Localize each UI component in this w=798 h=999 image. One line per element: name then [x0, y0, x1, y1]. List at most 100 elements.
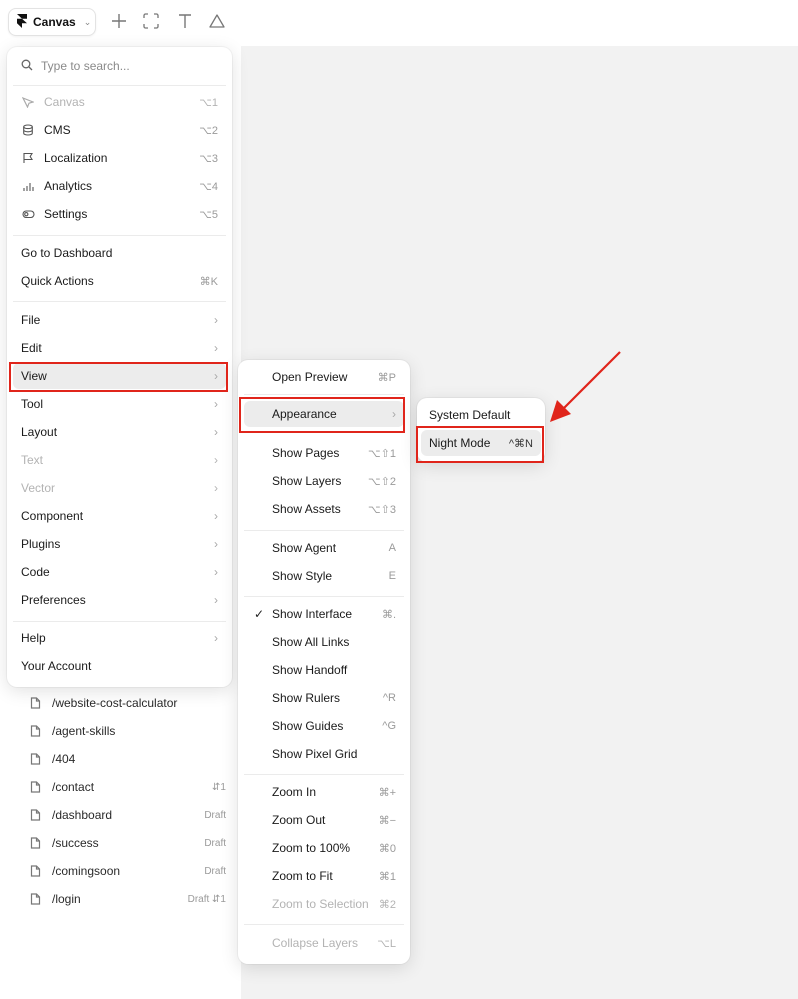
insert-plus-icon[interactable] — [110, 12, 128, 30]
menu-search[interactable] — [13, 53, 226, 79]
menu-component[interactable]: Component › — [13, 503, 226, 529]
menu-item-label: Zoom to Fit — [272, 869, 333, 883]
menu-divider — [244, 924, 404, 925]
search-icon — [21, 59, 33, 74]
quick-actions-item[interactable]: Quick Actions ⌘K — [13, 268, 226, 294]
zoom-to-fit-item[interactable]: Zoom to Fit ⌘1 — [244, 863, 404, 889]
page-item[interactable]: /login Draft ⇵1 — [30, 889, 226, 909]
open-preview-item[interactable]: Open Preview ⌘P — [244, 364, 404, 390]
chevron-right-icon: › — [214, 425, 218, 439]
menu-view[interactable]: View › — [13, 363, 226, 389]
menu-divider — [13, 235, 226, 236]
chevron-right-icon: › — [214, 565, 218, 579]
menu-item-shortcut: ⌘1 — [378, 870, 396, 883]
mode-shortcut: ⌥2 — [199, 124, 218, 137]
vector-tool-icon[interactable] — [208, 12, 226, 30]
annotation-arrow-icon — [550, 351, 621, 422]
show-pages-item[interactable]: Show Pages ⌥⇧1 — [244, 440, 404, 466]
mode-item-settings[interactable]: Settings ⌥5 — [13, 201, 226, 227]
appearance-item[interactable]: Appearance › — [244, 401, 404, 427]
chevron-right-icon: › — [214, 341, 218, 355]
menu-item-label: Plugins — [21, 537, 61, 551]
page-path: /agent-skills — [52, 724, 116, 738]
menu-item-label: Zoom Out — [272, 813, 326, 827]
show-interface-item[interactable]: ✓ Show Interface ⌘. — [244, 601, 404, 627]
system-default-item[interactable]: System Default — [421, 402, 541, 428]
night-mode-item[interactable]: Night Mode ^⌘N — [421, 430, 541, 456]
database-icon — [21, 123, 35, 137]
show-style-item[interactable]: Show Style E — [244, 563, 404, 589]
canvas-menu-button[interactable]: Canvas ⌄ — [8, 8, 96, 36]
page-icon — [30, 837, 42, 849]
page-item[interactable]: /dashboard Draft — [30, 805, 226, 825]
menu-item-label: Tool — [21, 397, 44, 411]
text-tool-icon[interactable] — [176, 12, 194, 30]
menu-tool[interactable]: Tool › — [13, 391, 226, 417]
show-agent-item[interactable]: Show Agent A — [244, 535, 404, 561]
page-status: Draft ⇵1 — [187, 893, 226, 905]
zoom-to-100-item[interactable]: Zoom to 100% ⌘0 — [244, 835, 404, 861]
zoom-in-item[interactable]: Zoom In ⌘+ — [244, 779, 404, 805]
mode-item-cms[interactable]: CMS ⌥2 — [13, 117, 226, 143]
show-pixel-grid-item[interactable]: Show Pixel Grid — [244, 741, 404, 767]
mode-item-analytics[interactable]: Analytics ⌥4 — [13, 173, 226, 199]
menu-item-shortcut: ⌘− — [378, 814, 396, 827]
show-all-links-item[interactable]: Show All Links — [244, 629, 404, 655]
page-item[interactable]: /404 — [30, 749, 226, 769]
show-layers-item[interactable]: Show Layers ⌥⇧2 — [244, 468, 404, 494]
show-assets-item[interactable]: Show Assets ⌥⇧3 — [244, 496, 404, 522]
menu-divider — [244, 432, 404, 433]
page-icon — [30, 753, 42, 765]
menu-file[interactable]: File › — [13, 307, 226, 333]
zoom-out-item[interactable]: Zoom Out ⌘− — [244, 807, 404, 833]
menu-item-shortcut: ⌘+ — [378, 786, 396, 799]
zoom-to-selection-item[interactable]: Zoom to Selection ⌘2 — [244, 891, 404, 917]
page-status: Draft — [204, 809, 226, 821]
chevron-right-icon: › — [214, 453, 218, 467]
collapse-layers-item[interactable]: Collapse Layers ⌥L — [244, 930, 404, 956]
menu-plugins[interactable]: Plugins › — [13, 531, 226, 557]
menu-item-label: Go to Dashboard — [21, 246, 113, 260]
page-icon — [30, 781, 42, 793]
page-status: Draft — [204, 865, 226, 877]
menu-item-label: Code — [21, 565, 50, 579]
menu-code[interactable]: Code › — [13, 559, 226, 585]
menu-item-shortcut: ⌘P — [377, 371, 396, 384]
menu-item-label: Edit — [21, 341, 42, 355]
mode-item-localization[interactable]: Localization ⌥3 — [13, 145, 226, 171]
mode-shortcut: ⌥5 — [199, 208, 218, 221]
mode-shortcut: ⌥3 — [199, 152, 218, 165]
page-item[interactable]: /website-cost-calculator — [30, 693, 226, 713]
chevron-right-icon: › — [214, 397, 218, 411]
mode-item-canvas[interactable]: Canvas ⌥1 — [13, 89, 226, 115]
menu-divider — [244, 596, 404, 597]
page-path: /contact — [52, 780, 95, 794]
menu-item-shortcut: E — [388, 570, 396, 582]
page-item[interactable]: /comingsoon Draft — [30, 861, 226, 881]
menu-edit[interactable]: Edit › — [13, 335, 226, 361]
show-handoff-item[interactable]: Show Handoff — [244, 657, 404, 683]
page-item[interactable]: /agent-skills — [30, 721, 226, 741]
menu-item-label: Text — [21, 453, 44, 467]
mode-shortcut: ⌥4 — [199, 180, 218, 193]
search-input[interactable] — [41, 59, 218, 73]
chevron-right-icon: › — [214, 537, 218, 551]
menu-layout[interactable]: Layout › — [13, 419, 226, 445]
page-item[interactable]: /success Draft — [30, 833, 226, 853]
menu-item-label: Layout — [21, 425, 58, 439]
menu-divider — [13, 85, 226, 86]
go-to-dashboard-item[interactable]: Go to Dashboard — [13, 240, 226, 266]
menu-your-account[interactable]: Your Account — [13, 653, 226, 679]
show-guides-item[interactable]: Show Guides ^G — [244, 713, 404, 739]
menu-item-label: Night Mode — [429, 436, 491, 450]
menu-text[interactable]: Text › — [13, 447, 226, 473]
frame-tool-icon[interactable] — [142, 12, 160, 30]
menu-preferences[interactable]: Preferences › — [13, 587, 226, 613]
menu-item-label: Zoom to Selection — [272, 897, 369, 911]
menu-divider — [244, 394, 404, 395]
menu-help[interactable]: Help › — [13, 625, 226, 651]
page-item[interactable]: /contact ⇵1 — [30, 777, 226, 797]
menu-vector[interactable]: Vector › — [13, 475, 226, 501]
show-rulers-item[interactable]: Show Rulers ^R — [244, 685, 404, 711]
chevron-right-icon: › — [214, 509, 218, 523]
